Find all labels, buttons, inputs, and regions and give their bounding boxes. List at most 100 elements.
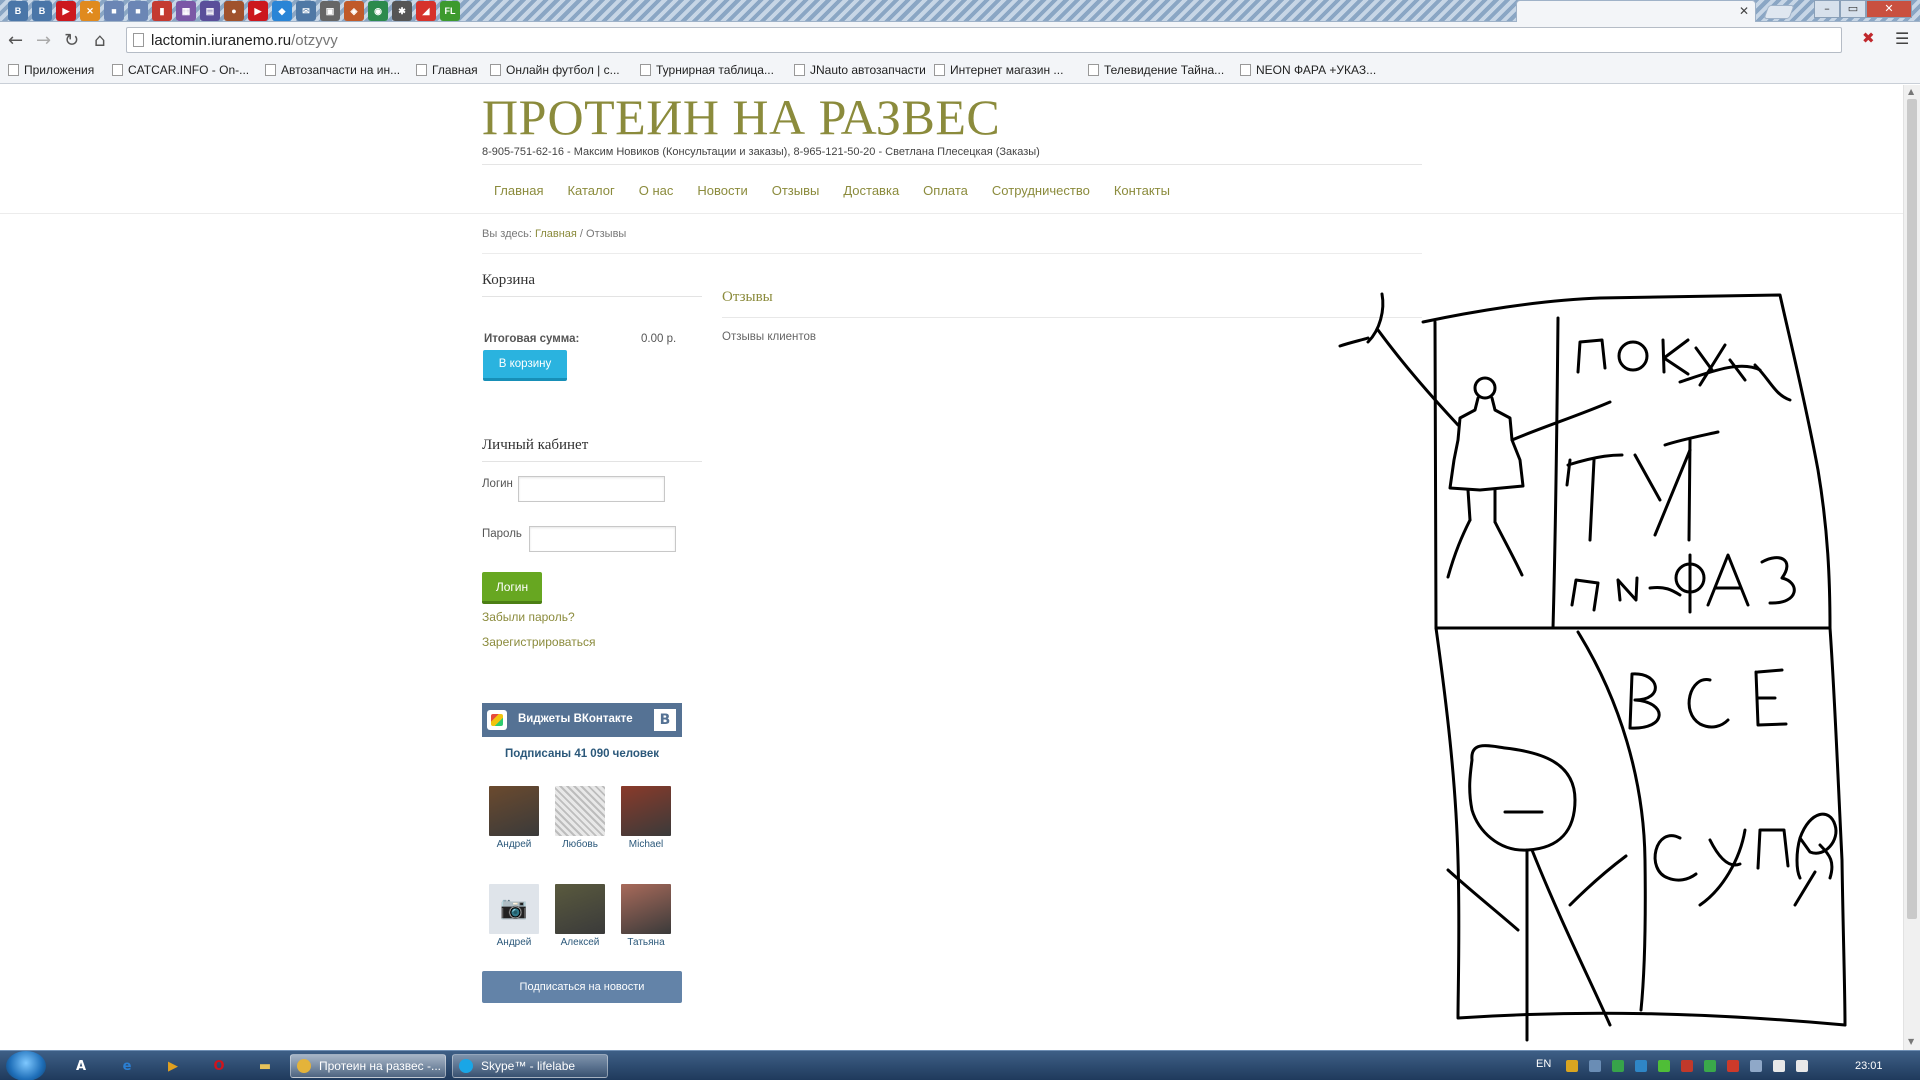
close-window-button[interactable]: ✕ — [1866, 0, 1912, 18]
bookmark-item[interactable]: Приложения — [8, 63, 94, 77]
flag-icon[interactable] — [1727, 1060, 1739, 1072]
media-icon[interactable]: ▶ — [162, 1056, 184, 1076]
globe-icon[interactable]: ◉ — [368, 1, 388, 21]
bookmark-item[interactable]: JNauto автозапчасти — [794, 63, 926, 77]
puzzle-icon[interactable]: ✱ — [392, 1, 412, 21]
x-icon[interactable]: ✕ — [80, 1, 100, 21]
vk-member[interactable]: 📷 Андрей — [484, 884, 544, 948]
extension-icon[interactable]: ✖ — [1862, 29, 1875, 47]
stats-icon[interactable]: ▮ — [152, 1, 172, 21]
signal-icon[interactable] — [1773, 1060, 1785, 1072]
menu-icon[interactable]: ☰ — [1895, 29, 1909, 48]
new-tab-button[interactable] — [1763, 5, 1795, 19]
to-cart-button[interactable]: В корзину — [483, 350, 567, 381]
maximize-button[interactable]: ▭ — [1840, 0, 1866, 18]
vk-member[interactable]: Любовь — [550, 786, 610, 850]
bookmark-item[interactable]: Онлайн футбол | с... — [490, 63, 620, 77]
avatar[interactable] — [555, 786, 605, 836]
url-text[interactable]: lactomin.iuranemo.ru/otzyvy — [151, 32, 338, 49]
nav-item[interactable]: Сотрудничество — [980, 183, 1102, 198]
avatar[interactable] — [621, 884, 671, 934]
bookmark-item[interactable]: Интернет магазин ... — [934, 63, 1063, 77]
game-icon[interactable]: ● — [224, 1, 244, 21]
fl-icon[interactable]: FL — [440, 1, 460, 21]
vk-member-name[interactable]: Michael — [616, 839, 676, 850]
vk-member[interactable]: Андрей — [484, 786, 544, 850]
bookmark-item[interactable]: Главная — [416, 63, 478, 77]
vk-member-name[interactable]: Любовь — [550, 839, 610, 850]
avatar[interactable] — [489, 786, 539, 836]
vk-member[interactable]: Алексей — [550, 884, 610, 948]
network-icon[interactable] — [1750, 1060, 1762, 1072]
vk-widget-header[interactable]: Виджеты ВКонтакте B — [482, 703, 682, 737]
vk-member[interactable]: Татьяна — [616, 884, 676, 948]
login-button[interactable]: Логин — [482, 572, 542, 604]
opera-icon[interactable]: O — [208, 1056, 230, 1076]
scroll-up-icon[interactable]: ▲ — [1908, 87, 1914, 96]
pen-icon[interactable] — [1566, 1060, 1578, 1072]
volume-icon[interactable] — [1796, 1060, 1808, 1072]
mail-icon[interactable]: ✉ — [296, 1, 316, 21]
camera-placeholder-icon[interactable]: 📷 — [489, 884, 539, 934]
reload-icon[interactable]: ↻ — [64, 30, 79, 51]
forgot-password-link[interactable]: Забыли пароль? — [482, 610, 575, 624]
bookmark-item[interactable]: Телевидение Тайна... — [1088, 63, 1224, 77]
nav-item[interactable]: Каталог — [555, 183, 626, 198]
app-icon[interactable]: ■ — [104, 1, 124, 21]
vk-logo-icon[interactable]: B — [654, 709, 676, 731]
youtube-icon[interactable]: ▶ — [248, 1, 268, 21]
taskbar-task[interactable]: Протеин на развес -... — [290, 1054, 446, 1078]
vk-member-name[interactable]: Татьяна — [616, 937, 676, 948]
folder-icon[interactable]: ▬ — [254, 1056, 276, 1076]
youtube-icon[interactable]: ▶ — [56, 1, 76, 21]
home-icon[interactable]: ⌂ — [94, 30, 105, 51]
app-icon[interactable]: ■ — [128, 1, 148, 21]
register-link[interactable]: Зарегистрироваться — [482, 635, 595, 649]
vk-icon[interactable]: B — [8, 1, 28, 21]
nav-item[interactable]: Доставка — [831, 183, 911, 198]
chat-icon[interactable] — [1612, 1060, 1624, 1072]
dropbox-icon[interactable]: ◆ — [272, 1, 292, 21]
nav-item[interactable]: Оплата — [911, 183, 980, 198]
address-bar[interactable]: lactomin.iuranemo.ru/otzyvy ☆ — [126, 27, 1842, 53]
bookmark-item[interactable]: Автозапчасти на ин... — [265, 63, 400, 77]
shield-icon[interactable]: ◈ — [344, 1, 364, 21]
password-input[interactable] — [529, 526, 676, 552]
bookmark-item[interactable]: Турнирная таблица... — [640, 63, 774, 77]
nav-item[interactable]: Контакты — [1102, 183, 1182, 198]
forward-icon[interactable]: → — [36, 30, 51, 51]
active-tab[interactable]: ✕ — [1516, 0, 1756, 22]
vk-subscribe-button[interactable]: Подписаться на новости — [482, 971, 682, 1003]
avatar[interactable] — [621, 786, 671, 836]
login-input[interactable] — [518, 476, 665, 502]
close-tab-icon[interactable]: ✕ — [1739, 4, 1749, 18]
brand-icon[interactable]: ◢ — [416, 1, 436, 21]
page-icon[interactable]: ▣ — [320, 1, 340, 21]
scroll-thumb[interactable] — [1907, 99, 1917, 919]
clock[interactable]: 23:01 — [1855, 1060, 1883, 1072]
doc-icon[interactable]: ▤ — [200, 1, 220, 21]
language-indicator[interactable]: EN — [1536, 1058, 1551, 1070]
nav-item[interactable]: Главная — [482, 183, 555, 198]
sync-icon[interactable] — [1635, 1060, 1647, 1072]
breadcrumb-home-link[interactable]: Главная — [535, 228, 577, 240]
minimize-button[interactable]: – — [1814, 0, 1840, 18]
antivirus-icon[interactable] — [1681, 1060, 1693, 1072]
nav-item[interactable]: Новости — [685, 183, 759, 198]
taskbar-task[interactable]: Skype™ - lifelabe — [452, 1054, 608, 1078]
notification-icon[interactable] — [1589, 1060, 1601, 1072]
bookmark-item[interactable]: CATCAR.INFO - On-... — [112, 63, 249, 77]
site-title[interactable]: ПРОТЕИН НА РАЗВЕС — [482, 88, 1000, 146]
avatar[interactable] — [555, 884, 605, 934]
vk-member-name[interactable]: Андрей — [484, 937, 544, 948]
page-scrollbar[interactable]: ▲ ▼ — [1903, 85, 1920, 1050]
vk-member[interactable]: Michael — [616, 786, 676, 850]
vk-member-name[interactable]: Алексей — [550, 937, 610, 948]
clover-icon[interactable] — [1704, 1060, 1716, 1072]
back-icon[interactable]: ← — [8, 30, 23, 51]
bookmark-item[interactable]: NEON ФАРА +УКАЗ... — [1240, 63, 1376, 77]
vk-member-name[interactable]: Андрей — [484, 839, 544, 850]
chart-icon[interactable]: ▦ — [176, 1, 196, 21]
start-button[interactable] — [6, 1051, 46, 1080]
vk-icon[interactable]: B — [32, 1, 52, 21]
